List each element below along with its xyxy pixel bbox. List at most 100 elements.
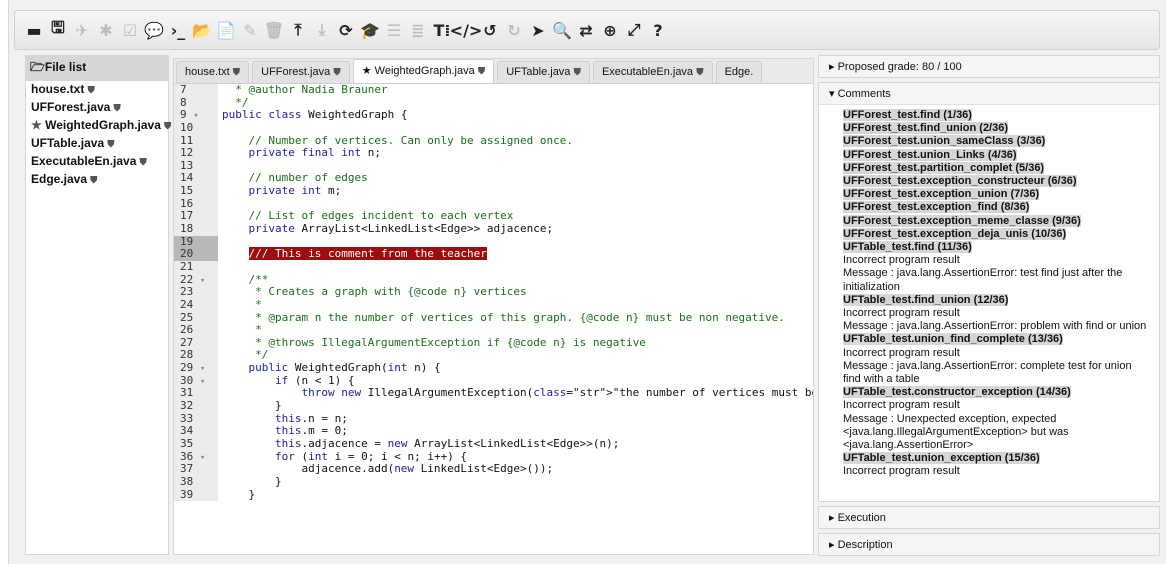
help-button[interactable]: ? xyxy=(647,19,669,41)
lock-icon: ⛊ xyxy=(477,66,486,77)
file-list-panel: 🗁File list house.txt ⛊ UFForest.java ⛊ ★ Wei… xyxy=(25,55,171,555)
code-line[interactable]: 27 * @throws IllegalArgumentException if… xyxy=(174,336,813,350)
tab-house-txt[interactable]: house.txt ⛊ xyxy=(176,61,250,83)
code-line[interactable]: 37 adjacence.add(new LinkedList<Edge>())… xyxy=(174,462,813,476)
fold-arrow-icon[interactable]: ▾ xyxy=(200,364,205,374)
fold-arrow-icon[interactable]: ▾ xyxy=(200,453,205,463)
file-item[interactable]: ★ WeightedGraph.java ⛊ xyxy=(26,117,171,135)
trash-list-button[interactable]: ≣ xyxy=(407,19,429,41)
comment-item: UFTable_test.constructor_exception (14/3… xyxy=(843,386,1149,452)
comment-message: Message : java.lang.AssertionError: comp… xyxy=(843,359,1132,386)
comment-message: Message : java.lang.AssertionError: test… xyxy=(843,267,1123,293)
code-line[interactable]: 7 * @author Nadia Brauner xyxy=(174,83,813,97)
file-item[interactable]: UFForest.java ⛊ xyxy=(26,99,168,117)
comments-panel: ▾ Comments UFForest_test.find (1/36) UFFo… xyxy=(818,82,1160,502)
file-item[interactable]: ExecutableEn.java ⛊ xyxy=(26,153,168,171)
redo-button[interactable]: ↻ xyxy=(503,19,525,41)
save-button[interactable]: 🖫 xyxy=(47,18,69,41)
code-line[interactable]: 12 private final int n; xyxy=(174,146,813,160)
comments-list[interactable]: UFForest_test.find (1/36) UFForest_test.f… xyxy=(819,105,1159,501)
list-button[interactable]: ☰ xyxy=(383,19,405,41)
comment-item: UFTable_test.union_exception (15/36) Inco… xyxy=(843,452,1149,478)
comment-message: Incorrect program result xyxy=(843,399,960,412)
undo-button[interactable]: ↺ xyxy=(479,19,501,41)
tab-executableen-java[interactable]: ExecutableEn.java ⛊ xyxy=(592,61,713,83)
file-item[interactable]: house.txt ⛊ xyxy=(26,81,168,99)
line-number[interactable]: 39 xyxy=(174,488,218,502)
tab-ufforest-java[interactable]: UFForest.java ⛊ xyxy=(252,61,350,83)
code-line[interactable]: 38 } xyxy=(174,474,813,489)
file-item[interactable]: Edge.java ⛊ xyxy=(26,171,168,189)
tab-uftable-java[interactable]: UFTable.java ⛊ xyxy=(497,61,590,83)
file-name: house.txt xyxy=(31,82,85,96)
file-item[interactable]: UFTable.java ⛊ xyxy=(26,135,168,153)
comment-item: UFForest_test.exception_union (7/36) xyxy=(843,188,1149,201)
delete-button[interactable]: 🗑 xyxy=(263,19,285,41)
expand-button[interactable]: ⤢ xyxy=(623,19,645,41)
code-line[interactable]: 25 * @param n the number of vertices of … xyxy=(174,311,813,325)
new-file-button[interactable]: 📄 xyxy=(215,19,237,41)
zoom-button[interactable]: ⊕ xyxy=(599,19,621,41)
execution-panel[interactable]: ▸ Execution xyxy=(818,506,1160,529)
minimize-button[interactable]: ▬ xyxy=(23,19,45,41)
open-folder-button[interactable]: 📂 xyxy=(191,19,213,41)
file-list-header[interactable]: 🗁File list xyxy=(26,56,168,81)
refresh-button[interactable]: ⟳ xyxy=(335,19,357,41)
search-button[interactable]: 🔍 xyxy=(551,19,573,41)
code-line[interactable]: 15 private int m; xyxy=(174,184,813,198)
comment-message: Incorrect program result xyxy=(843,254,960,267)
comment-item: UFForest_test.partition_complet (5/36) xyxy=(843,161,1149,175)
edit-button[interactable]: ✎ xyxy=(239,19,261,41)
fold-arrow-icon[interactable]: ▾ xyxy=(200,276,205,286)
code-text: } xyxy=(222,474,282,488)
code-line[interactable]: 18 private ArrayList<LinkedList<Edge>> a… xyxy=(174,222,813,236)
test-name: UFForest_test.find (1/36) xyxy=(843,109,972,121)
download-button[interactable]: ⤓ xyxy=(311,19,333,41)
code-area[interactable]: 7 * @author Nadia Brauner 8 */9 ▾ public c… xyxy=(174,83,813,502)
fold-arrow-icon[interactable]: ▾ xyxy=(193,111,198,121)
description-panel[interactable]: ▸ Description xyxy=(818,533,1160,556)
comment-button[interactable]: 💬 xyxy=(143,19,165,41)
swap-button[interactable]: ⇄ xyxy=(575,19,597,41)
upload-button[interactable]: ⤒ xyxy=(287,19,309,41)
code-line[interactable]: 29 ▾ public WeightedGraph(int n) { xyxy=(174,361,813,375)
graduate-button[interactable]: 🎓 xyxy=(359,19,381,41)
comment-item: UFForest_test.union_Links (4/36) xyxy=(843,148,1149,162)
code-line[interactable]: 39 } xyxy=(174,488,813,502)
tab-label: UFForest.java xyxy=(261,66,331,78)
comment-item: UFTable_test.union_find_complete (13/36)… xyxy=(843,333,1149,386)
pointer-button[interactable]: ➤ xyxy=(527,19,549,41)
code-text: } xyxy=(222,399,282,413)
bug-button[interactable]: ✱ xyxy=(95,19,117,41)
tab-edge-[interactable]: Edge. xyxy=(715,61,763,83)
lock-icon: ⛊ xyxy=(139,157,147,168)
code-line[interactable]: 35 this.adjacence = new ArrayList<Linked… xyxy=(174,437,813,451)
code-text: private ArrayList<LinkedList<Edge>> adja… xyxy=(248,222,554,236)
file-name: Edge.java xyxy=(31,172,88,186)
code-line[interactable]: 20 /// This is comment from the teacher xyxy=(174,247,813,261)
code-text: /// This is comment from the teacher xyxy=(248,247,487,261)
terminal-button[interactable]: ›_ xyxy=(167,19,189,41)
code-line[interactable]: 21 xyxy=(174,260,813,274)
code-line[interactable]: 32 } xyxy=(174,399,813,413)
caret-right-icon: ▸ xyxy=(829,61,838,73)
folder-icon: 🗁 xyxy=(30,60,45,74)
lock-icon: ⛊ xyxy=(90,175,98,186)
check-button[interactable]: ☑ xyxy=(119,19,141,41)
code-button[interactable]: </> xyxy=(450,19,483,41)
fold-arrow-icon[interactable]: ▾ xyxy=(200,377,205,387)
file-name: WeightedGraph.java xyxy=(45,118,161,132)
code-text: public WeightedGraph(int n) { xyxy=(248,361,441,375)
code-line[interactable]: 9 ▾ public class WeightedGraph { xyxy=(174,108,813,122)
file-name: ExecutableEn.java xyxy=(31,154,137,168)
lock-icon: ⛊ xyxy=(113,103,121,114)
comment-item: UFTable_test.find (11/36) Incorrect progr… xyxy=(843,241,1149,294)
tab-label: UFTable.java xyxy=(506,66,571,78)
comments-header[interactable]: ▾ Comments xyxy=(819,83,1159,105)
tab-weightedgraph-java[interactable]: ★ WeightedGraph.java ⛊ xyxy=(352,59,495,83)
comment-item: UFForest_test.find (1/36) xyxy=(843,109,1149,122)
code-line[interactable]: 23 * Creates a graph with {@code n} vert… xyxy=(174,285,813,299)
grade-panel[interactable]: ▸ Proposed grade: 80 / 100 xyxy=(818,55,1160,78)
rocket-button[interactable]: ✈ xyxy=(71,19,93,41)
caret-down-icon: ▾ xyxy=(829,88,838,100)
